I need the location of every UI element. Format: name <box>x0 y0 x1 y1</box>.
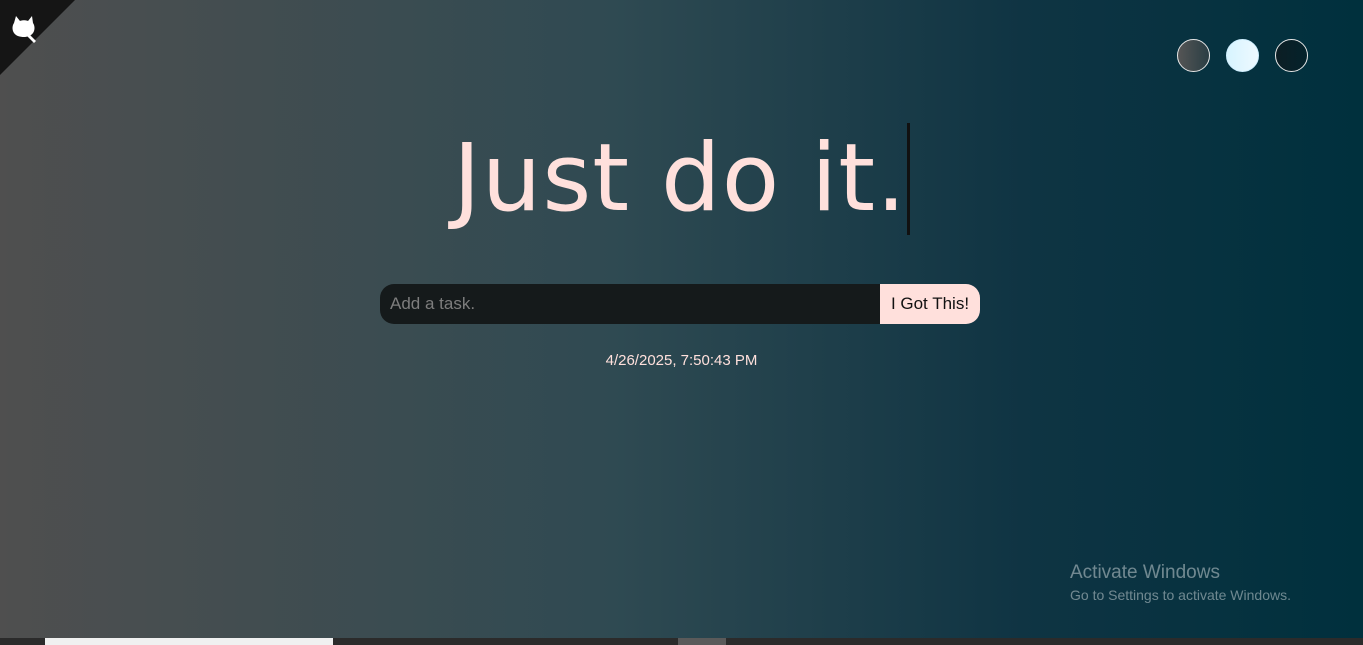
watermark-subtitle: Go to Settings to activate Windows. <box>1070 587 1291 603</box>
github-octocat-icon[interactable] <box>7 10 41 44</box>
taskbar-segment <box>678 638 726 645</box>
watermark-title: Activate Windows <box>1070 562 1220 583</box>
datetime-display: 4/26/2025, 7:50:43 PM <box>605 352 758 369</box>
darker-theme-button[interactable] <box>1275 39 1308 72</box>
task-form: I Got This! <box>380 284 980 324</box>
taskbar-segment <box>45 638 333 645</box>
windows-activation-watermark: Activate Windows Go to Settings to activ… <box>1070 562 1291 603</box>
add-task-button[interactable]: I Got This! <box>880 284 980 324</box>
standard-theme-button[interactable] <box>1177 39 1210 72</box>
theme-selector <box>1177 39 1308 72</box>
light-theme-button[interactable] <box>1226 39 1259 72</box>
taskbar-strip <box>0 638 1363 645</box>
header: Just do it. <box>0 123 1363 235</box>
page-title: Just do it. <box>453 123 910 235</box>
task-input[interactable] <box>380 284 880 324</box>
